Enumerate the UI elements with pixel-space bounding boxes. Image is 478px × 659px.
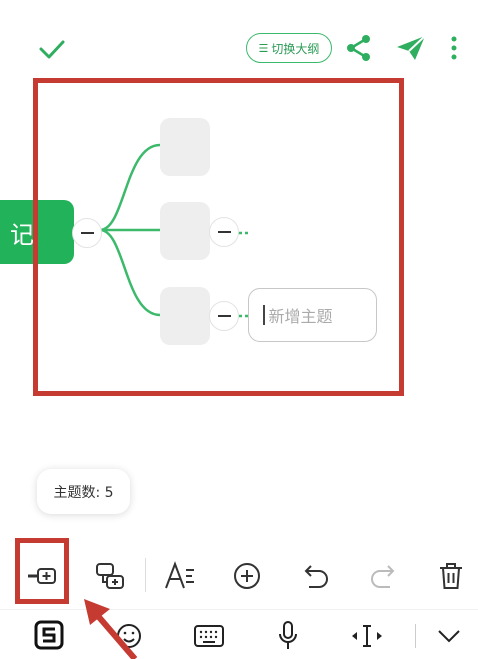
edit-toolbar: [0, 546, 478, 604]
emoji-button[interactable]: [110, 618, 148, 654]
microphone-icon: [279, 621, 297, 649]
new-topic-input[interactable]: 新增主题: [248, 288, 377, 342]
more-options-button[interactable]: [445, 34, 463, 62]
switch-outline-label: 切换大纲: [271, 41, 320, 56]
add-circle-icon: [234, 563, 260, 589]
root-topic-label: 记: [10, 220, 34, 249]
voice-input-button[interactable]: [269, 618, 307, 654]
keyboard-icon: [194, 625, 224, 647]
more-vertical-icon: [451, 36, 457, 60]
child-topic-node[interactable]: [160, 202, 210, 260]
confirm-check-button[interactable]: [36, 34, 68, 64]
share-icon: [347, 35, 370, 61]
share-button[interactable]: [345, 34, 373, 62]
top-bar: ☰ 切换大纲: [0, 0, 478, 95]
topic-count-label: 主题数: 5: [53, 484, 114, 501]
child-collapse-toggle[interactable]: [209, 301, 239, 331]
add-child-topic-button[interactable]: [89, 556, 129, 596]
add-child-topic-icon: [96, 563, 124, 589]
undo-button[interactable]: [296, 556, 336, 596]
cursor-move-button[interactable]: [348, 618, 386, 654]
keyboard-bar: [0, 609, 478, 659]
sogou-input-icon: [34, 620, 64, 650]
delete-button[interactable]: [431, 556, 471, 596]
add-sibling-topic-icon: [28, 568, 56, 584]
redo-icon: [371, 565, 395, 588]
keyboard-button[interactable]: [190, 618, 228, 654]
insert-button[interactable]: [227, 556, 267, 596]
sogou-input-button[interactable]: [31, 618, 69, 654]
chevron-down-icon: [438, 630, 460, 643]
send-icon: [397, 35, 426, 60]
undo-icon: [304, 565, 328, 588]
new-topic-placeholder: 新增主题: [268, 307, 333, 326]
toolbar-divider: [145, 558, 146, 592]
keyboard-bar-divider: [415, 624, 416, 648]
mindmap-canvas[interactable]: [0, 95, 478, 485]
collapse-keyboard-button[interactable]: [430, 618, 468, 654]
add-sibling-topic-button[interactable]: [22, 556, 62, 596]
minus-icon: [80, 232, 94, 234]
child-collapse-toggle[interactable]: [209, 217, 239, 247]
root-collapse-toggle[interactable]: [72, 218, 102, 248]
text-style-button[interactable]: [160, 556, 200, 596]
cursor-move-icon: [352, 625, 382, 647]
root-topic-node[interactable]: 记: [0, 200, 74, 264]
trash-icon: [440, 563, 462, 589]
send-button[interactable]: [395, 34, 427, 62]
minus-icon: [217, 315, 231, 317]
redo-button[interactable]: [363, 556, 403, 596]
text-caret: [263, 305, 265, 325]
topic-count-badge: 主题数: 5: [37, 469, 130, 514]
switch-outline-button[interactable]: ☰ 切换大纲: [246, 33, 332, 63]
emoji-icon: [117, 624, 141, 648]
child-topic-node[interactable]: [160, 118, 210, 176]
check-icon: [39, 40, 65, 59]
child-topic-node[interactable]: [160, 287, 210, 345]
mindmap-connectors: [99, 143, 248, 318]
text-style-icon: [165, 561, 194, 589]
outline-list-icon: ☰: [258, 41, 269, 55]
minus-icon: [217, 231, 231, 233]
